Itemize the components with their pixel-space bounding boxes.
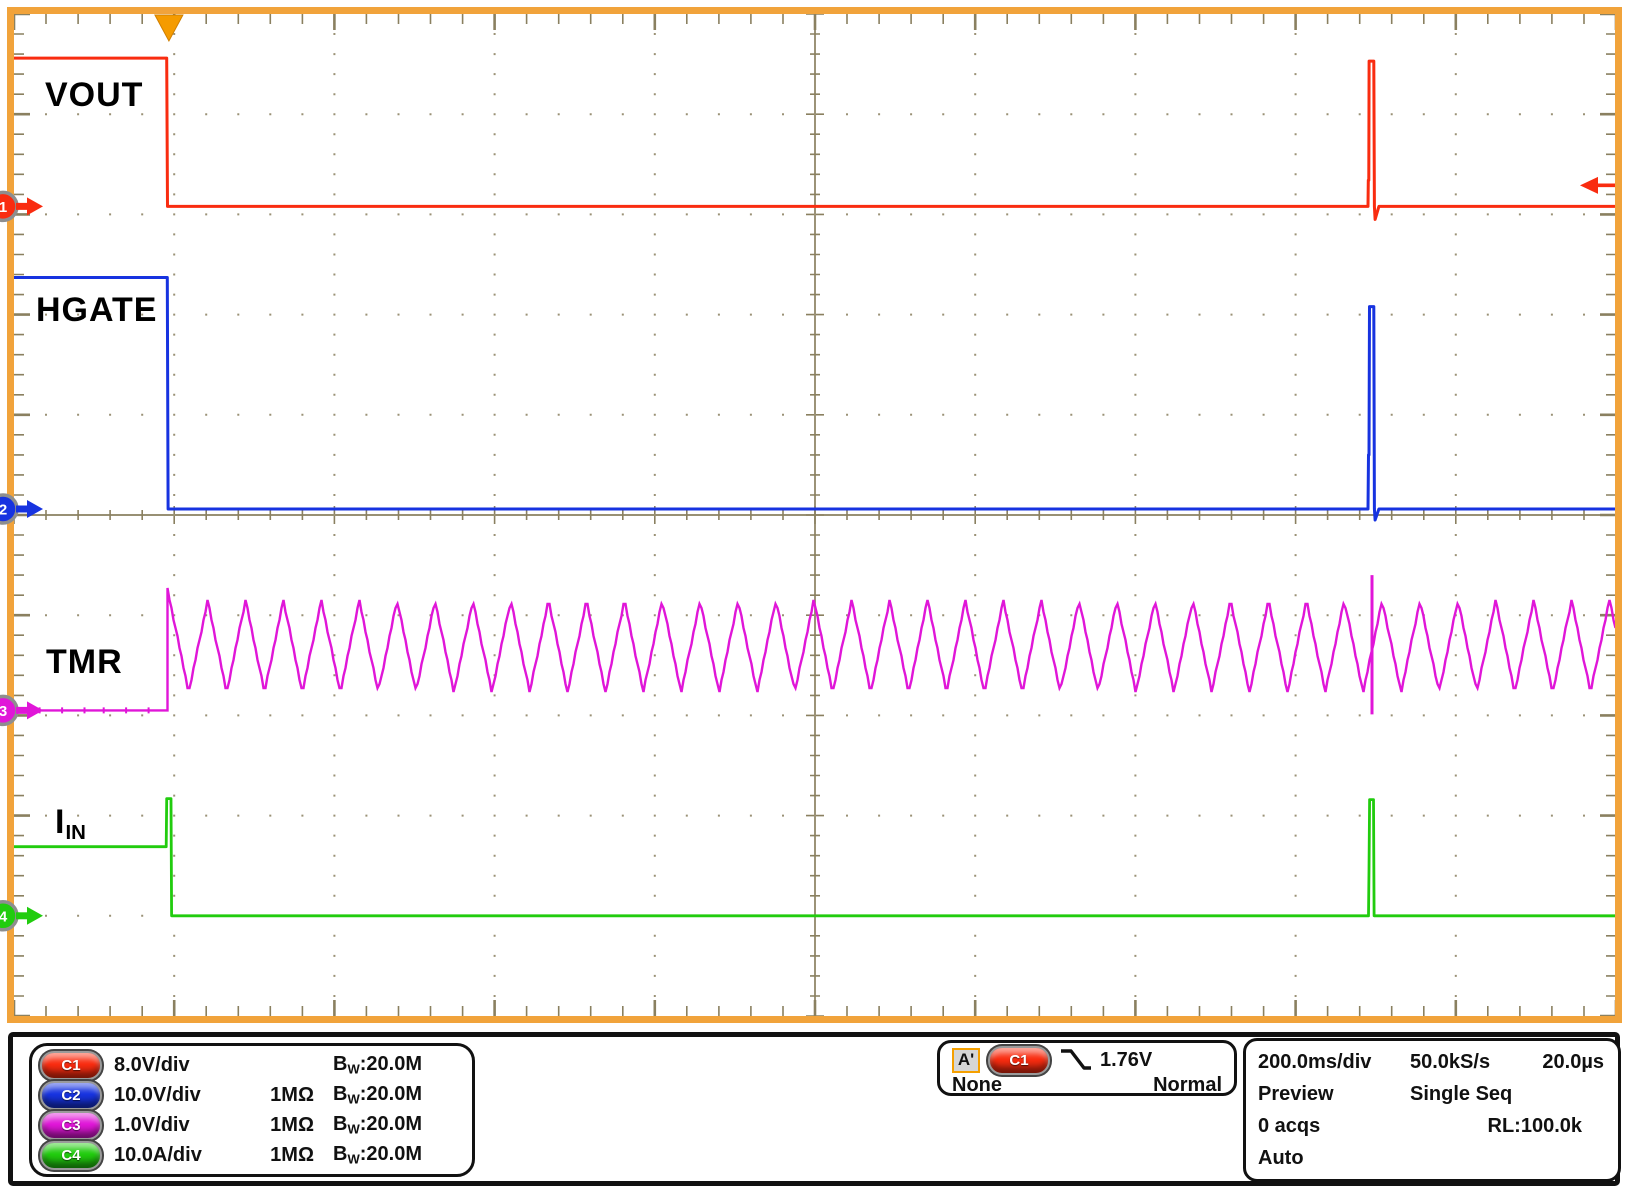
delay-value: 20.0µs <box>1542 1051 1608 1074</box>
channel-bandwidth-c1: BW:20.0M <box>314 1053 422 1076</box>
channel-marker-c2[interactable]: 2 <box>0 495 43 523</box>
wave-label-iin: IIN <box>55 805 86 844</box>
record-length: RL:100.0k <box>1488 1115 1609 1138</box>
channel-marker-c4[interactable]: 4 <box>0 902 43 930</box>
channel-row-c3: C3 1.0V/div 1MΩ BW:20.0M <box>40 1111 422 1139</box>
horizontal-row-4: Auto <box>1258 1145 1608 1171</box>
channel-badge-c2[interactable]: C2 <box>40 1081 102 1110</box>
trigger-aux-badge[interactable]: A' <box>952 1048 980 1073</box>
svg-text:2: 2 <box>0 501 7 518</box>
channel-badge-c3[interactable]: C3 <box>40 1111 102 1140</box>
trigger-source-badge[interactable]: C1 <box>988 1046 1050 1075</box>
channel-scale-c1: 8.0V/div <box>114 1054 190 1077</box>
channel-bandwidth-c3: BW:20.0M <box>314 1113 422 1136</box>
svg-text:1: 1 <box>0 199 7 216</box>
channel-impedance-c3: 1MΩ <box>252 1114 314 1137</box>
horizontal-row-1: 200.0ms/div 50.0kS/s 20.0µs <box>1258 1049 1608 1075</box>
channel-scale-c4: 10.0A/div <box>114 1144 202 1167</box>
wave-label-tmr: TMR <box>46 645 123 679</box>
status-bar: C1 8.0V/div BW:20.0M C2 10.0V/div 1MΩ BW… <box>8 1032 1620 1186</box>
sample-rate-value: 50.0kS/s <box>1410 1051 1542 1074</box>
trigger-row-main: A' C1 1.76V <box>952 1046 1222 1074</box>
channel-impedance-c2: 1MΩ <box>252 1084 314 1107</box>
iin-label-main: I <box>55 803 65 841</box>
trigger-holdoff-mode: Auto <box>1258 1147 1410 1170</box>
horizontal-box[interactable]: 200.0ms/div 50.0kS/s 20.0µs Preview Sing… <box>1243 1038 1621 1182</box>
channel-bandwidth-c4: BW:20.0M <box>314 1143 422 1166</box>
horizontal-row-3: 0 acqs RL:100.0k <box>1258 1113 1608 1139</box>
wave-label-vout: VOUT <box>45 78 143 112</box>
iin-label-sub: IN <box>65 822 85 844</box>
trigger-mode-right: Normal <box>1153 1074 1222 1097</box>
channel-bandwidth-c2: BW:20.0M <box>314 1083 422 1106</box>
channel-marker-c1[interactable]: 1 <box>0 192 43 220</box>
channel-marker-c3[interactable]: 3 <box>0 696 43 724</box>
channel-badge-c1[interactable]: C1 <box>40 1051 102 1080</box>
wave-label-hgate: HGATE <box>36 293 157 327</box>
trigger-level-value: 1.76V <box>1100 1049 1152 1072</box>
scope-display: 1 2 3 4 VOUT HGATE TMR IIN <box>0 0 1629 1030</box>
channel-scale-c3: 1.0V/div <box>114 1114 190 1137</box>
svg-text:4: 4 <box>0 908 8 925</box>
channel-settings-box[interactable]: C1 8.0V/div BW:20.0M C2 10.0V/div 1MΩ BW… <box>29 1043 475 1177</box>
channel-row-c4: C4 10.0A/div 1MΩ BW:20.0M <box>40 1141 422 1169</box>
trigger-mode-left: None <box>952 1074 1002 1097</box>
horizontal-row-2: Preview Single Seq <box>1258 1081 1608 1107</box>
falling-edge-icon <box>1058 1046 1094 1074</box>
acquisition-mode: Single Seq <box>1410 1083 1604 1106</box>
scope-graticule-and-traces: 1 2 3 4 <box>0 0 1629 1030</box>
acquisition-count: 0 acqs <box>1258 1115 1410 1138</box>
channel-impedance-c4: 1MΩ <box>252 1144 314 1167</box>
trigger-row-mode: None Normal <box>952 1074 1222 1096</box>
channel-row-c1: C1 8.0V/div BW:20.0M <box>40 1051 422 1079</box>
channel-badge-c4[interactable]: C4 <box>40 1141 102 1170</box>
svg-text:3: 3 <box>0 703 7 720</box>
preview-status: Preview <box>1258 1083 1410 1106</box>
timebase-value: 200.0ms/div <box>1258 1051 1410 1074</box>
channel-scale-c2: 10.0V/div <box>114 1084 201 1107</box>
trigger-position-marker[interactable] <box>155 15 183 41</box>
trigger-level-marker[interactable] <box>1580 177 1615 194</box>
channel-row-c2: C2 10.0V/div 1MΩ BW:20.0M <box>40 1081 422 1109</box>
trigger-box[interactable]: A' C1 1.76V None Normal <box>937 1040 1237 1096</box>
